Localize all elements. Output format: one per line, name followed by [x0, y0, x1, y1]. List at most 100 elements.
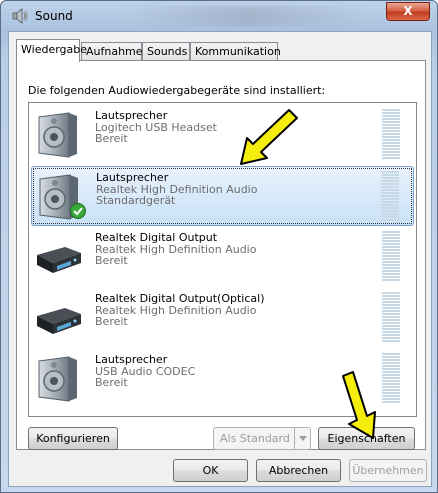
level-meter-segment: [382, 237, 400, 239]
level-meter-segment: [381, 192, 399, 194]
volume-level-meter: [382, 353, 400, 405]
volume-level-meter: [382, 109, 400, 161]
device-name: Lautsprecher: [95, 353, 168, 366]
level-meter-segment: [382, 109, 400, 111]
default-device-check-icon: [70, 203, 86, 219]
list-item-device[interactable]: Realtek Digital Output(Optical) Realtek …: [31, 288, 414, 348]
level-meter-segment: [381, 195, 399, 197]
cancel-button[interactable]: Abbrechen: [256, 459, 341, 482]
device-name: Lautsprecher: [95, 109, 168, 122]
level-meter-segment: [382, 243, 400, 245]
level-meter-segment: [382, 325, 400, 327]
list-item-device-selected[interactable]: Lautsprecher Realtek High Definition Aud…: [31, 166, 414, 226]
level-meter-segment: [382, 139, 400, 141]
level-meter-segment: [382, 157, 400, 159]
tab-sounds[interactable]: Sounds: [142, 42, 190, 61]
level-meter-segment: [382, 371, 400, 373]
level-meter-segment: [381, 207, 399, 209]
blurred-background-title: [121, 6, 371, 26]
level-meter-segment: [382, 322, 400, 324]
level-meter-segment: [382, 401, 400, 403]
configure-button[interactable]: Konfigurieren: [28, 427, 118, 450]
level-meter-segment: [382, 334, 400, 336]
device-text: Lautsprecher USB Audio CODEC Bereit: [95, 354, 195, 389]
level-meter-segment: [381, 171, 399, 173]
level-meter-segment: [382, 148, 400, 150]
level-meter-segment: [382, 249, 400, 251]
level-meter-segment: [382, 130, 400, 132]
level-meter-segment: [381, 180, 399, 182]
level-meter-segment: [381, 177, 399, 179]
level-meter-segment: [382, 395, 400, 397]
tab-wiedergabe[interactable]: Wiedergabe: [16, 39, 87, 62]
level-meter-segment: [382, 331, 400, 333]
level-meter-segment: [382, 142, 400, 144]
digital-receiver-icon: [37, 247, 81, 273]
level-meter-segment: [382, 359, 400, 361]
level-meter-segment: [382, 377, 400, 379]
level-meter-segment: [382, 258, 400, 260]
level-meter-segment: [382, 279, 400, 281]
level-meter-segment: [382, 115, 400, 117]
level-meter-segment: [381, 198, 399, 200]
level-meter-segment: [382, 307, 400, 309]
level-meter-segment: [382, 398, 400, 400]
annotation-arrow-icon: [240, 109, 298, 165]
apply-button[interactable]: Übernehmen: [349, 459, 427, 482]
level-meter-segment: [382, 392, 400, 394]
volume-level-meter: [382, 292, 400, 344]
level-meter-segment: [382, 356, 400, 358]
level-meter-segment: [382, 276, 400, 278]
level-meter-segment: [381, 213, 399, 215]
level-meter-segment: [382, 386, 400, 388]
level-meter-segment: [382, 310, 400, 312]
speaker-icon: [38, 356, 77, 402]
level-meter-segment: [382, 304, 400, 306]
level-meter-segment: [382, 267, 400, 269]
list-item-device[interactable]: Lautsprecher Logitech USB Headset Bereit: [31, 105, 414, 165]
list-item-device[interactable]: Realtek Digital Output Realtek High Defi…: [31, 227, 414, 287]
level-meter-segment: [382, 234, 400, 236]
level-meter-segment: [382, 340, 400, 342]
chevron-down-icon[interactable]: [294, 428, 310, 449]
level-meter-segment: [382, 112, 400, 114]
level-meter-segment: [382, 246, 400, 248]
device-name: Lautsprecher: [96, 171, 169, 184]
level-meter-segment: [382, 380, 400, 382]
level-meter-segment: [382, 136, 400, 138]
volume-level-meter: [381, 171, 399, 223]
volume-level-meter: [382, 231, 400, 283]
level-meter-segment: [382, 337, 400, 339]
level-meter-segment: [382, 133, 400, 135]
level-meter-segment: [381, 201, 399, 203]
level-meter-segment: [381, 219, 399, 221]
device-status: Bereit: [95, 315, 128, 328]
title-bar[interactable]: Sound X: [1, 1, 437, 31]
level-meter-segment: [382, 313, 400, 315]
level-meter-segment: [382, 264, 400, 266]
level-meter-segment: [382, 365, 400, 367]
level-meter-segment: [382, 124, 400, 126]
level-meter-segment: [382, 368, 400, 370]
device-text: Lautsprecher Realtek High Definition Aud…: [96, 172, 257, 207]
level-meter-segment: [382, 151, 400, 153]
level-meter-segment: [381, 174, 399, 176]
ok-button[interactable]: OK: [173, 459, 248, 482]
level-meter-segment: [382, 298, 400, 300]
level-meter-segment: [382, 389, 400, 391]
level-meter-segment: [382, 127, 400, 129]
level-meter-segment: [382, 316, 400, 318]
tab-aufnahme[interactable]: Aufnahme: [81, 42, 143, 61]
level-meter-segment: [382, 270, 400, 272]
level-meter-segment: [382, 154, 400, 156]
set-default-split-button[interactable]: Als Standard: [213, 427, 311, 450]
level-meter-segment: [382, 292, 400, 294]
device-text: Realtek Digital Output Realtek High Defi…: [95, 232, 256, 267]
device-status: Bereit: [95, 254, 128, 267]
tab-kommunikation[interactable]: Kommunikation: [190, 42, 281, 61]
level-meter-segment: [382, 252, 400, 254]
level-meter-segment: [382, 295, 400, 297]
device-name: Realtek Digital Output: [95, 231, 218, 244]
level-meter-segment: [382, 374, 400, 376]
close-button[interactable]: X: [386, 2, 430, 21]
